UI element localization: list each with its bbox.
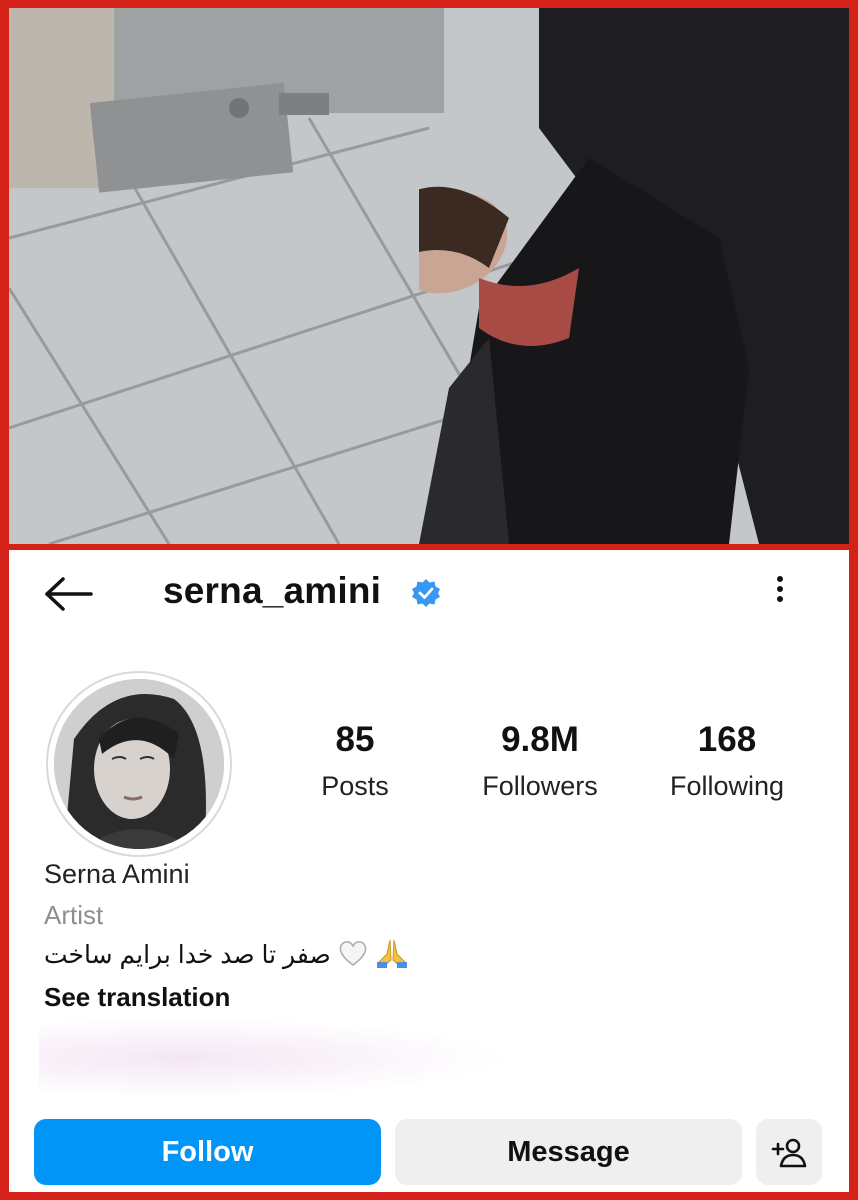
posts-label: Posts bbox=[321, 771, 389, 801]
followers-count: 9.8M bbox=[501, 720, 579, 759]
posts-stat[interactable]: 85 Posts bbox=[305, 722, 405, 802]
profile-username: serna_amini bbox=[163, 570, 382, 611]
posts-count: 85 bbox=[335, 720, 375, 759]
white-heart-icon bbox=[338, 939, 368, 974]
back-arrow-icon[interactable] bbox=[43, 576, 95, 612]
followers-label: Followers bbox=[482, 771, 598, 801]
followers-stat[interactable]: 9.8M Followers bbox=[470, 722, 610, 802]
praying-hands-icon bbox=[375, 938, 409, 975]
avatar-photo bbox=[54, 679, 224, 849]
more-options-icon[interactable] bbox=[765, 572, 795, 612]
see-translation-link[interactable]: See translation bbox=[44, 982, 230, 1013]
verified-badge-icon bbox=[411, 578, 441, 608]
add-person-icon[interactable] bbox=[756, 1119, 822, 1185]
blurred-link-area bbox=[39, 1018, 509, 1098]
following-stat[interactable]: 168 Following bbox=[657, 722, 797, 802]
profile-panel: serna_amini 85 Posts 9.8M Followers 168 … bbox=[9, 550, 849, 1192]
news-photo bbox=[9, 8, 849, 544]
red-border-frame: serna_amini 85 Posts 9.8M Followers 168 … bbox=[0, 0, 858, 1200]
message-button[interactable]: Message bbox=[395, 1119, 742, 1185]
profile-category: Artist bbox=[44, 900, 104, 930]
profile-full-name: Serna Amini bbox=[44, 859, 190, 889]
people-figures bbox=[419, 8, 849, 544]
bio-text: صفر تا صد خدا برایم ساخت bbox=[44, 941, 331, 970]
following-label: Following bbox=[669, 771, 785, 801]
following-count: 168 bbox=[697, 720, 757, 759]
profile-bio: صفر تا صد خدا برایم ساخت bbox=[44, 938, 409, 975]
profile-avatar[interactable] bbox=[46, 671, 232, 857]
follow-button[interactable]: Follow bbox=[34, 1119, 381, 1185]
